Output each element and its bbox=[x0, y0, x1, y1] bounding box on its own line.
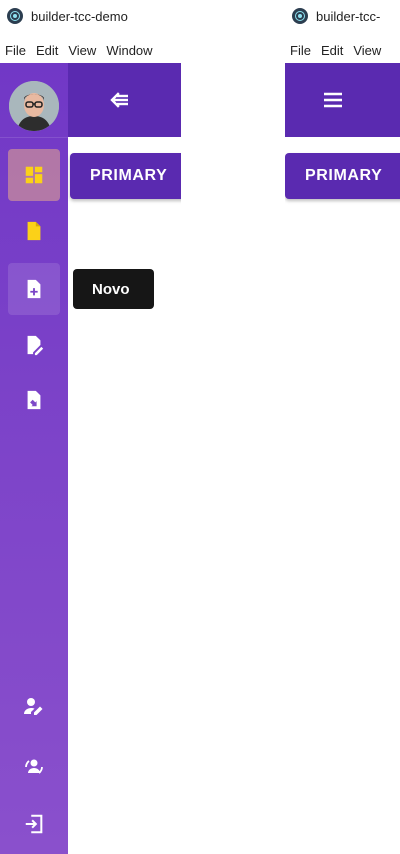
menu-view[interactable]: View bbox=[353, 43, 381, 58]
menu-edit[interactable]: Edit bbox=[36, 43, 58, 58]
window-title: builder-tcc-demo bbox=[31, 8, 128, 24]
sidebar-item-dashboard[interactable] bbox=[8, 149, 60, 201]
electron-app-icon bbox=[7, 8, 23, 24]
sidebar-item-new[interactable] bbox=[8, 263, 60, 315]
primary-button[interactable]: PRIMARY bbox=[285, 153, 400, 199]
tooltip-new: Novo bbox=[73, 269, 154, 309]
account-edit-icon bbox=[24, 698, 43, 715]
app-window-left: builder-tcc-demo File Edit View Window P… bbox=[0, 0, 181, 854]
menu-icon bbox=[324, 92, 342, 108]
file-plus-icon bbox=[27, 279, 41, 299]
title-bar: builder-tcc- bbox=[285, 0, 400, 32]
window-title: builder-tcc- bbox=[316, 8, 381, 24]
app-bar bbox=[285, 63, 400, 137]
menu-window[interactable]: Window bbox=[106, 43, 152, 58]
sidebar-item-logout[interactable] bbox=[8, 798, 60, 850]
title-bar: builder-tcc-demo bbox=[0, 0, 181, 32]
menu-file[interactable]: File bbox=[5, 43, 26, 58]
logout-icon bbox=[25, 814, 43, 834]
menu-bar: File Edit View bbox=[285, 38, 400, 62]
sidebar-item-account-sync[interactable] bbox=[8, 741, 60, 793]
arrow-collapse-left-icon bbox=[110, 92, 128, 108]
file-move-icon bbox=[27, 390, 41, 410]
menu-edit[interactable]: Edit bbox=[321, 43, 343, 58]
sidebar-item-file[interactable] bbox=[8, 205, 60, 257]
dashboard-icon bbox=[25, 166, 43, 184]
primary-button[interactable]: PRIMARY bbox=[70, 153, 181, 199]
app-window-right: builder-tcc- File Edit View PRIMARY bbox=[285, 0, 400, 854]
menu-bar: File Edit View Window bbox=[0, 38, 181, 62]
file-edit-icon bbox=[27, 335, 44, 356]
avatar[interactable] bbox=[9, 81, 59, 131]
sidebar-item-move[interactable] bbox=[8, 374, 60, 426]
sidebar-item-account-edit[interactable] bbox=[8, 680, 60, 732]
file-icon bbox=[27, 221, 41, 241]
menu-file[interactable]: File bbox=[290, 43, 311, 58]
menu-button[interactable] bbox=[318, 85, 348, 115]
account-sync-icon bbox=[25, 759, 43, 774]
electron-app-icon bbox=[292, 8, 308, 24]
sidebar-item-edit[interactable] bbox=[8, 319, 60, 371]
sidebar-divider bbox=[0, 137, 68, 138]
collapse-drawer-button[interactable] bbox=[104, 85, 134, 115]
sidebar bbox=[0, 63, 68, 854]
menu-view[interactable]: View bbox=[68, 43, 96, 58]
